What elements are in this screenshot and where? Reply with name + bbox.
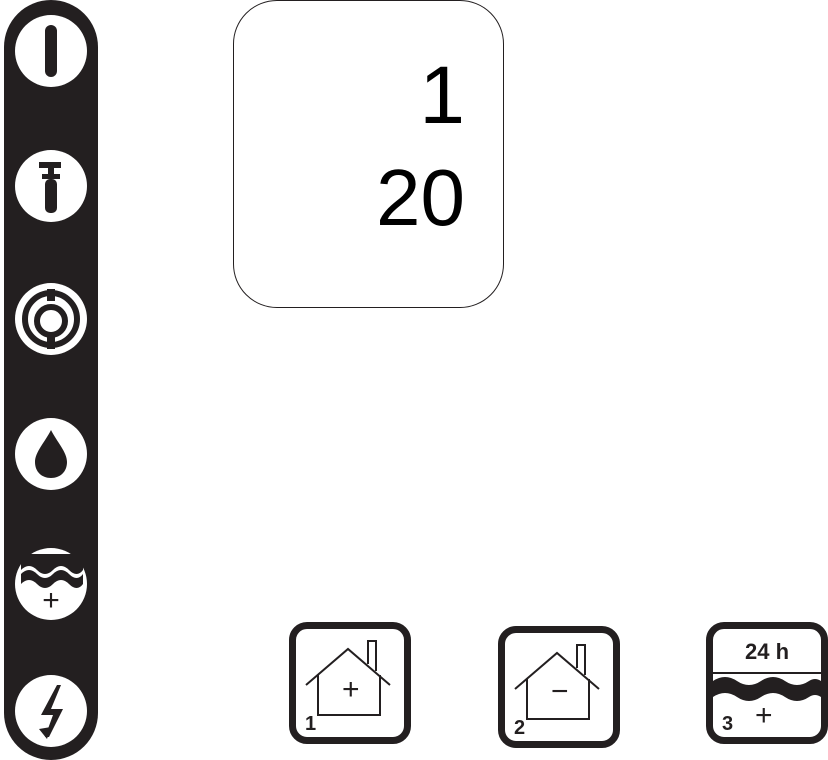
heat-up-symbol: + [342,673,360,706]
fill-24h-symbol: + [755,699,773,732]
value-display: 1 20 [233,0,504,308]
burner-icon [15,283,87,355]
lightning-icon [15,675,87,747]
heat-up-button[interactable]: + 1 [289,622,411,744]
fill-24h-button[interactable]: 24 h + 3 [706,622,828,744]
fill-plus-symbol: + [42,584,60,617]
water-fill-icon: + [15,548,87,620]
status-sidebar: + [4,0,98,760]
wrench-icon [15,150,87,222]
duration-label: 24 h [744,639,790,664]
power-icon [15,15,87,87]
heat-down-number: 2 [514,717,526,739]
fill-24h-number: 3 [722,713,734,735]
heat-down-button[interactable]: − 2 [498,626,620,748]
display-top-value: 1 [419,50,465,141]
heat-up-number: 1 [305,713,317,735]
display-bottom-value: 20 [376,153,465,242]
heat-down-symbol: − [551,675,569,708]
water-drop-icon [15,418,87,490]
